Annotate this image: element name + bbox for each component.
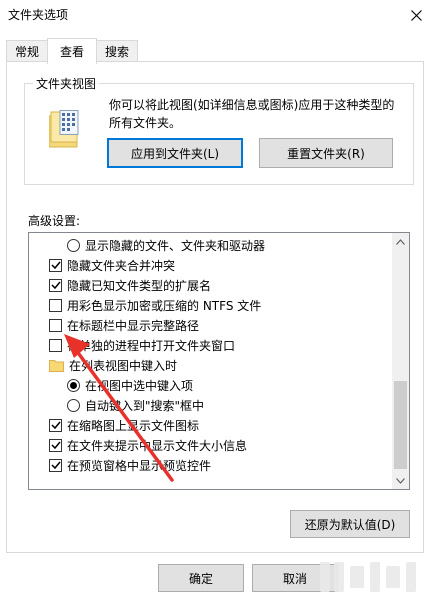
- list-item[interactable]: 在单独的进程中打开文件夹窗口: [49, 335, 235, 355]
- button-label: 重置文件夹(R): [287, 146, 365, 161]
- checkbox-checked[interactable]: [49, 278, 62, 292]
- list-item[interactable]: 自动键入到"搜索"框中: [67, 395, 204, 415]
- advanced-settings-label: 高级设置:: [28, 214, 81, 228]
- tab-label: 搜索: [105, 45, 130, 59]
- advanced-settings-list[interactable]: 显示隐藏的文件、文件夹和驱动器 隐藏文件夹合并冲突 隐藏已知文件类型的扩展名 用…: [28, 232, 410, 490]
- checkbox-unchecked[interactable]: [49, 318, 62, 332]
- reset-folders-button[interactable]: 重置文件夹(R): [259, 138, 393, 168]
- radio-unselected[interactable]: [67, 238, 80, 252]
- check-icon: [50, 461, 61, 470]
- list-item[interactable]: 在视图中选中键入项: [67, 375, 193, 395]
- item-label: 显示隐藏的文件、文件夹和驱动器: [85, 238, 266, 253]
- checkbox-unchecked[interactable]: [49, 338, 62, 352]
- close-icon: [410, 9, 422, 21]
- radio-selected[interactable]: [67, 378, 80, 392]
- cancel-button[interactable]: 取消: [252, 564, 338, 592]
- list-item[interactable]: 显示隐藏的文件、文件夹和驱动器: [67, 235, 265, 255]
- vertical-scrollbar[interactable]: [392, 233, 409, 489]
- tab-view[interactable]: 查看: [47, 38, 98, 64]
- item-label: 在缩略图上显示文件图标: [67, 418, 200, 433]
- folder-view-icon: [49, 110, 79, 148]
- tab-label: 查看: [60, 45, 85, 59]
- window-title: 文件夹选项: [8, 8, 69, 22]
- item-label: 隐藏文件夹合并冲突: [67, 258, 176, 273]
- restore-defaults-button[interactable]: 还原为默认值(D): [290, 510, 410, 538]
- button-label: 应用到文件夹(L): [130, 146, 220, 161]
- tab-general[interactable]: 常规: [6, 40, 49, 62]
- checkbox-checked[interactable]: [49, 258, 62, 272]
- item-label: 隐藏已知文件类型的扩展名: [67, 278, 212, 293]
- list-item[interactable]: 隐藏文件夹合并冲突: [49, 255, 175, 275]
- item-label: 在视图中选中键入项: [85, 378, 194, 393]
- close-button[interactable]: [394, 0, 438, 30]
- apply-to-folders-button[interactable]: 应用到文件夹(L): [107, 138, 243, 168]
- item-label: 在预览窗格中显示预览控件: [67, 458, 212, 473]
- scroll-thumb[interactable]: [394, 381, 407, 469]
- list-item[interactable]: 在文件夹提示中显示文件大小信息: [49, 435, 247, 455]
- list-item[interactable]: 在缩略图上显示文件图标: [49, 415, 199, 435]
- button-label: 取消: [282, 571, 307, 586]
- checkbox-unchecked[interactable]: [49, 298, 62, 312]
- check-icon: [50, 281, 61, 290]
- tab-label: 常规: [15, 45, 40, 59]
- group-label: 在列表视图中键入时: [69, 358, 178, 373]
- list-item[interactable]: 用彩色显示加密或压缩的 NTFS 文件: [49, 295, 261, 315]
- scroll-down-button[interactable]: [392, 472, 409, 489]
- item-label: 自动键入到"搜索"框中: [85, 398, 205, 413]
- item-label: 用彩色显示加密或压缩的 NTFS 文件: [67, 298, 262, 313]
- list-group: 在列表视图中键入时: [49, 355, 177, 375]
- folder-icon: [49, 359, 64, 372]
- button-label: 确定: [188, 571, 213, 586]
- ok-button[interactable]: 确定: [158, 564, 244, 592]
- item-label: 在单独的进程中打开文件夹窗口: [67, 338, 236, 353]
- title-bar: 文件夹选项: [0, 0, 438, 30]
- check-icon: [50, 441, 61, 450]
- checkbox-checked[interactable]: [49, 458, 62, 472]
- check-icon: [50, 261, 61, 270]
- checkbox-checked[interactable]: [49, 418, 62, 432]
- scroll-up-button[interactable]: [392, 233, 409, 250]
- list-item[interactable]: 在预览窗格中显示预览控件: [49, 455, 211, 475]
- radio-unselected[interactable]: [67, 398, 80, 412]
- group-title: 文件夹视图: [33, 75, 100, 92]
- list-item[interactable]: 隐藏已知文件类型的扩展名: [49, 275, 211, 295]
- item-label: 在标题栏中显示完整路径: [67, 318, 200, 333]
- chevron-up-icon: [396, 238, 405, 245]
- tab-strip: 常规 查看 搜索: [6, 38, 139, 64]
- tab-search[interactable]: 搜索: [96, 40, 139, 62]
- folder-views-group: 文件夹视图 你可以将此视图(如详细信息或图标)应用于这种类型的所有文件夹。 应用…: [24, 75, 414, 185]
- group-description: 你可以将此视图(如详细信息或图标)应用于这种类型的所有文件夹。: [109, 98, 395, 130]
- check-icon: [50, 421, 61, 430]
- button-label: 还原为默认值(D): [304, 517, 396, 532]
- item-label: 在文件夹提示中显示文件大小信息: [67, 438, 248, 453]
- list-item[interactable]: 在标题栏中显示完整路径: [49, 315, 199, 335]
- checkbox-checked[interactable]: [49, 438, 62, 452]
- chevron-down-icon: [396, 477, 405, 484]
